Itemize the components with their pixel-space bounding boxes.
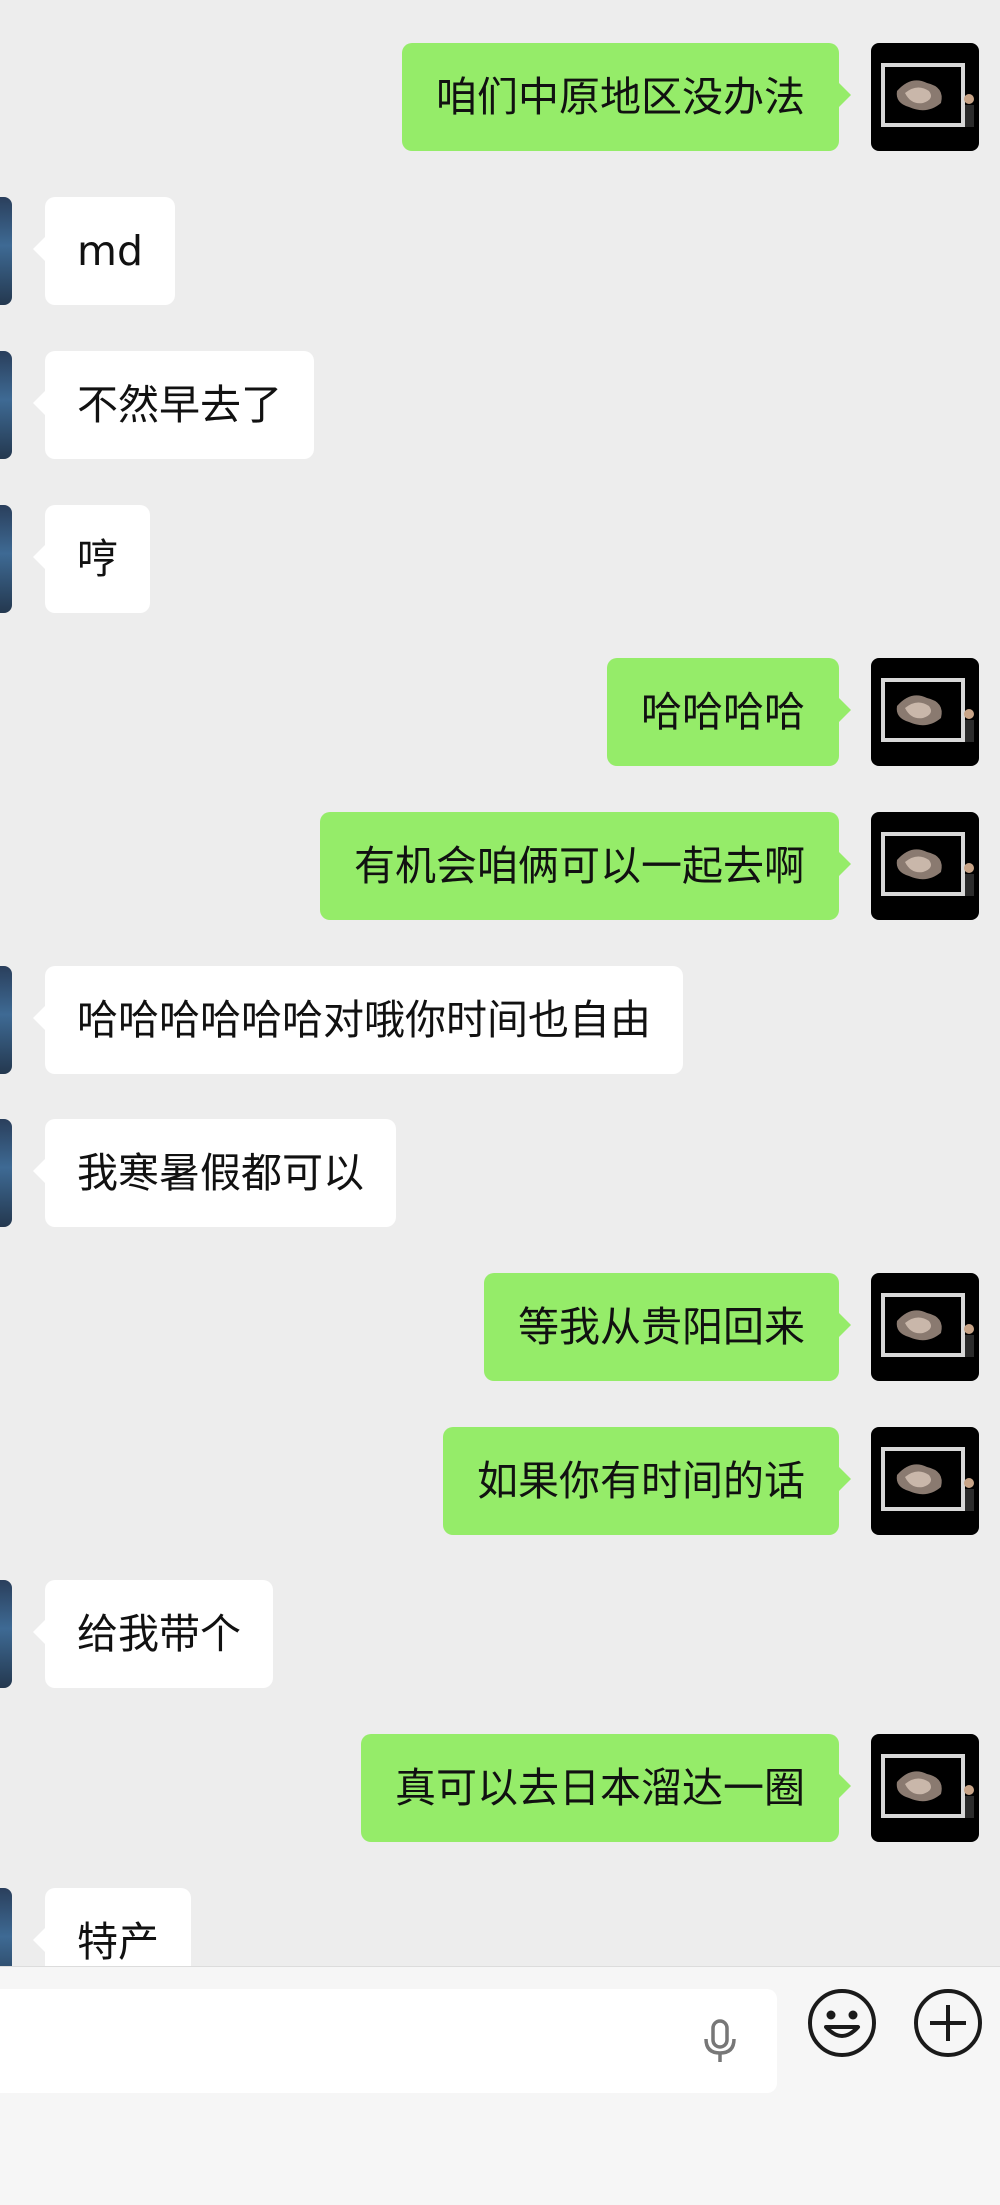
- artwork-avatar-icon: [881, 832, 974, 896]
- message-bubble[interactable]: 哈哈哈哈哈哈对哦你时间也自由: [45, 966, 683, 1074]
- message-incoming: 给我带个: [0, 1580, 1000, 1688]
- message-bubble[interactable]: 咱们中原地区没办法: [402, 43, 839, 151]
- message-bubble[interactable]: 特产: [45, 1888, 191, 1966]
- contact-avatar[interactable]: [0, 1888, 12, 1966]
- contact-avatar[interactable]: [0, 351, 12, 459]
- message-incoming: 特产: [0, 1888, 1000, 1966]
- artwork-avatar-icon: [881, 678, 974, 742]
- message-incoming: 我寒暑假都可以: [0, 1119, 1000, 1227]
- message-incoming: 不然早去了: [0, 351, 1000, 459]
- message-bubble[interactable]: 不然早去了: [45, 351, 314, 459]
- plus-button[interactable]: [912, 1987, 984, 2063]
- contact-avatar[interactable]: [0, 1580, 12, 1688]
- message-bubble[interactable]: 真可以去日本溜达一圈: [361, 1734, 839, 1842]
- message-outgoing: 哈哈哈哈: [0, 658, 1000, 766]
- contact-avatar[interactable]: [0, 505, 12, 613]
- message-input[interactable]: [0, 1989, 777, 2093]
- my-avatar[interactable]: [871, 1734, 979, 1842]
- message-outgoing: 等我从贵阳回来: [0, 1273, 1000, 1381]
- message-bubble[interactable]: 我寒暑假都可以: [45, 1119, 396, 1227]
- message-bubble[interactable]: 有机会咱俩可以一起去啊: [320, 812, 839, 920]
- message-outgoing: 如果你有时间的话: [0, 1427, 1000, 1535]
- artwork-avatar-icon: [881, 1447, 974, 1511]
- message-bubble[interactable]: 哈哈哈哈: [607, 658, 839, 766]
- contact-avatar[interactable]: [0, 1119, 12, 1227]
- artwork-avatar-icon: [881, 1293, 974, 1357]
- message-outgoing: 咱们中原地区没办法: [0, 43, 1000, 151]
- input-bar: [0, 1966, 1000, 2205]
- emoji-button[interactable]: [806, 1987, 878, 2063]
- message-incoming: 哼: [0, 505, 1000, 613]
- my-avatar[interactable]: [871, 812, 979, 920]
- message-bubble[interactable]: 等我从贵阳回来: [484, 1273, 839, 1381]
- microphone-icon[interactable]: [696, 2017, 744, 2065]
- my-avatar[interactable]: [871, 43, 979, 151]
- my-avatar[interactable]: [871, 658, 979, 766]
- message-incoming: md: [0, 197, 1000, 305]
- artwork-avatar-icon: [881, 1754, 974, 1818]
- chat-message-list[interactable]: 咱们中原地区没办法 md 不然早去了 哼 哈哈哈哈 有机会咱俩可以一起去啊 哈哈…: [0, 0, 1000, 1966]
- message-outgoing: 真可以去日本溜达一圈: [0, 1734, 1000, 1842]
- message-bubble[interactable]: 哼: [45, 505, 150, 613]
- my-avatar[interactable]: [871, 1427, 979, 1535]
- message-outgoing: 有机会咱俩可以一起去啊: [0, 812, 1000, 920]
- my-avatar[interactable]: [871, 1273, 979, 1381]
- message-incoming: 哈哈哈哈哈哈对哦你时间也自由: [0, 966, 1000, 1074]
- plus-circle-icon: [914, 1989, 982, 2057]
- smiley-face-icon: [808, 1989, 876, 2057]
- message-bubble[interactable]: md: [45, 197, 175, 305]
- artwork-avatar-icon: [881, 63, 974, 127]
- message-bubble[interactable]: 给我带个: [45, 1580, 273, 1688]
- contact-avatar[interactable]: [0, 966, 12, 1074]
- contact-avatar[interactable]: [0, 197, 12, 305]
- message-bubble[interactable]: 如果你有时间的话: [443, 1427, 839, 1535]
